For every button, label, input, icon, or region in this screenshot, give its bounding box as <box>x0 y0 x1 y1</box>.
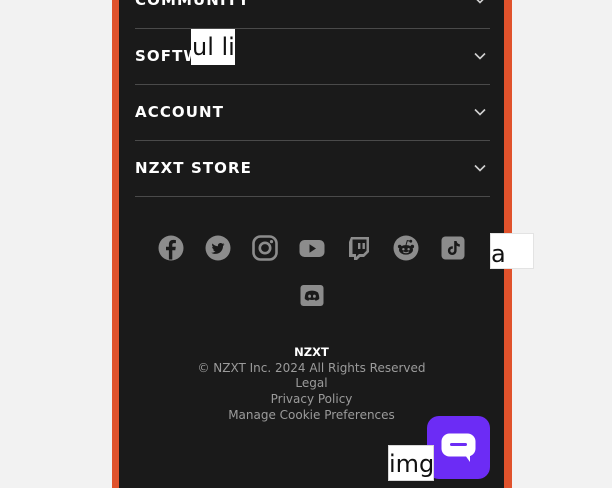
placeholder-img: img <box>388 445 434 481</box>
twitter-icon[interactable] <box>204 234 232 262</box>
page-frame: COMMUNITY SOFTWARE ACCOUNT NZXT STORE NZ… <box>112 0 512 488</box>
chevron-down-icon <box>474 52 486 60</box>
accordion-community[interactable]: COMMUNITY <box>135 0 490 29</box>
tiktok-icon[interactable] <box>439 234 467 262</box>
privacy-policy-link[interactable]: Privacy Policy <box>119 392 504 408</box>
twitch-icon[interactable] <box>345 234 373 262</box>
accordion-nzxt-store[interactable]: NZXT STORE <box>135 141 490 197</box>
accordion-label: NZXT STORE <box>135 159 253 177</box>
placeholder-a: a <box>490 233 534 269</box>
legal-link[interactable]: Legal <box>119 376 504 392</box>
chevron-down-icon <box>474 108 486 116</box>
chevron-down-icon <box>476 0 484 4</box>
footer-legal: NZXT © NZXT Inc. 2024 All Rights Reserve… <box>119 345 504 424</box>
accordion-label: ACCOUNT <box>135 103 225 121</box>
accordion-software[interactable]: SOFTWARE <box>135 29 490 85</box>
mobile-footer-panel: COMMUNITY SOFTWARE ACCOUNT NZXT STORE NZ… <box>119 0 504 488</box>
facebook-icon[interactable] <box>157 234 185 262</box>
copyright-text: © NZXT Inc. 2024 All Rights Reserved <box>197 360 426 375</box>
placeholder-ul-li: ul li <box>191 29 235 65</box>
accordion-account[interactable]: ACCOUNT <box>135 85 490 141</box>
discord-icon[interactable] <box>298 281 326 309</box>
chevron-down-icon <box>474 164 486 172</box>
youtube-icon[interactable] <box>298 234 326 262</box>
reddit-icon[interactable] <box>392 234 420 262</box>
chat-button[interactable] <box>427 416 490 479</box>
accordion-label: COMMUNITY <box>135 0 250 9</box>
instagram-icon[interactable] <box>251 234 279 262</box>
chat-bubble-icon <box>441 433 476 462</box>
footer-brand: NZXT <box>294 345 329 359</box>
